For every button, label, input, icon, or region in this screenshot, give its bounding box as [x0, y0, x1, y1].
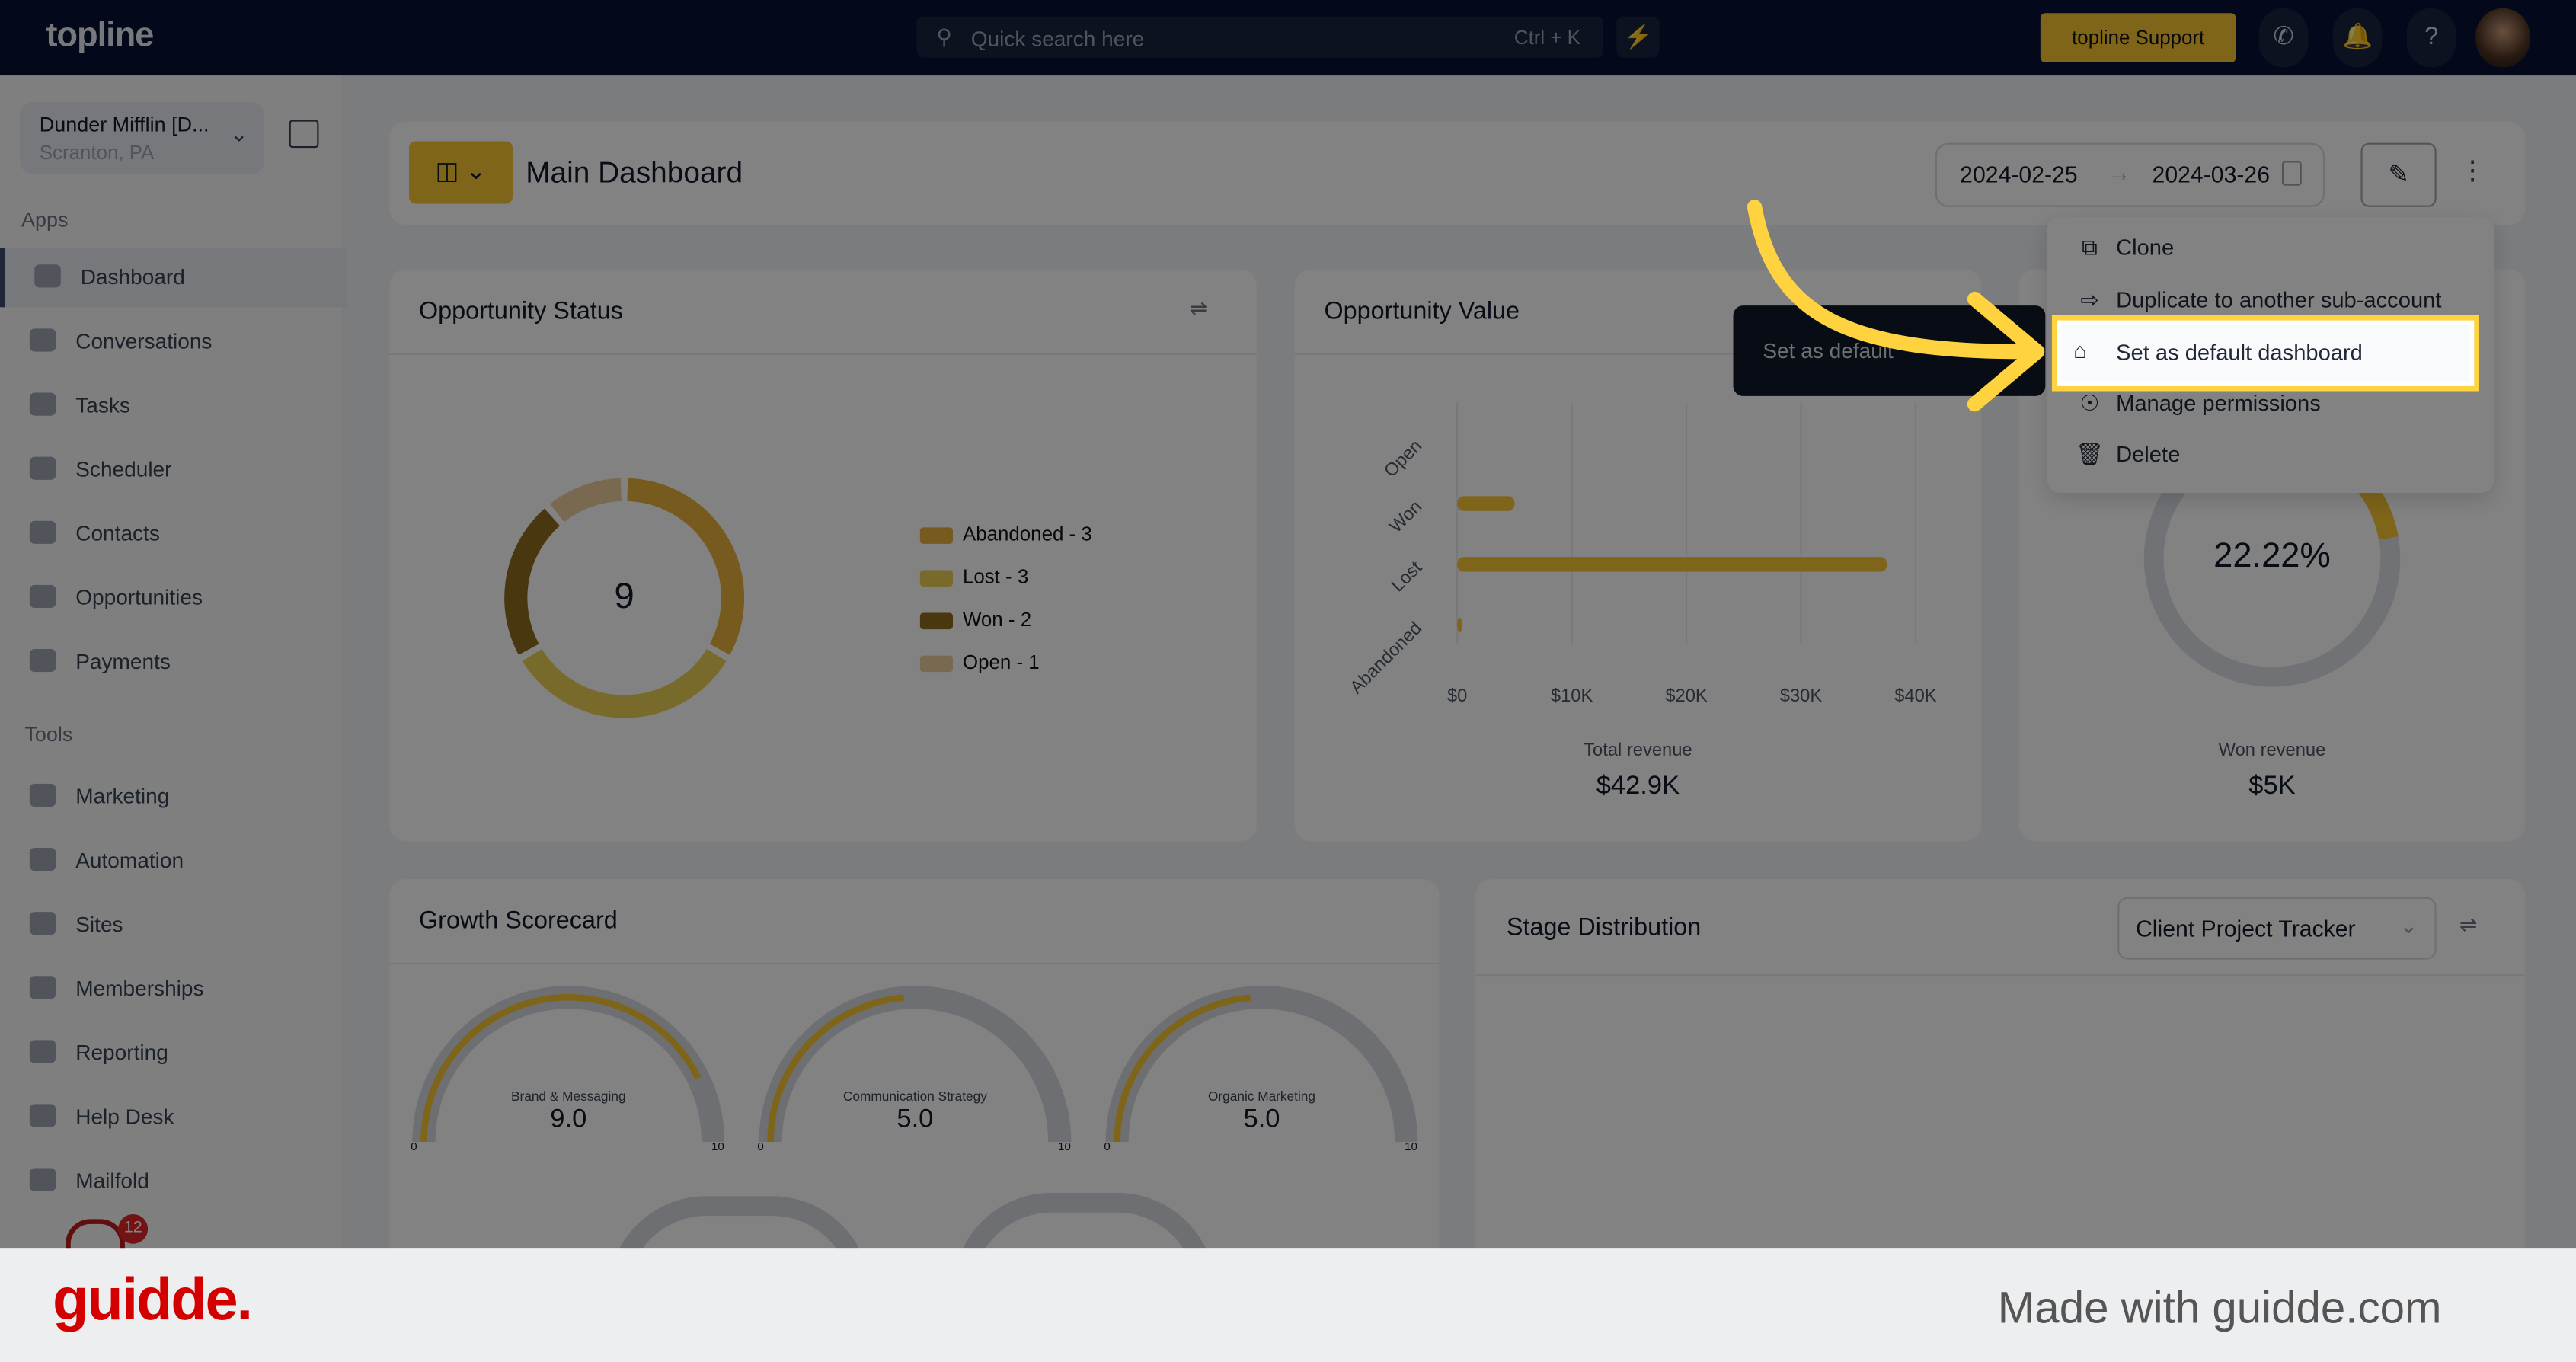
home-icon: ⌂ [2073, 338, 2087, 363]
made-with-text: Made with guidde.com [1997, 1283, 2442, 1333]
dim-overlay [0, 0, 2576, 1249]
guidde-logo: guidde. [53, 1264, 253, 1333]
pointer-arrow-icon [1747, 200, 2045, 412]
menu-item-set-default-highlighted[interactable]: ⌂ Set as default dashboard [2051, 315, 2479, 392]
menu-item-label: Set as default dashboard [2116, 340, 2363, 365]
